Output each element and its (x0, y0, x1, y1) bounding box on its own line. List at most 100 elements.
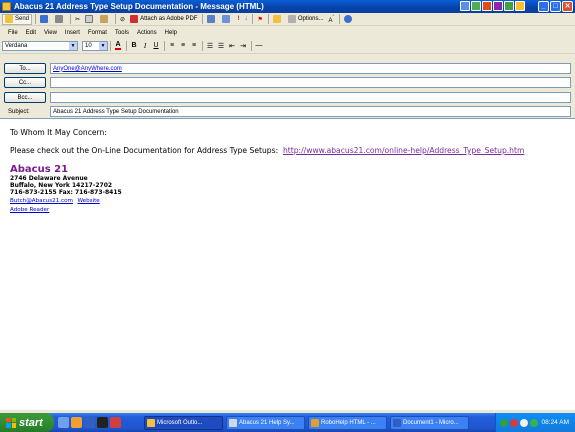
status-icon[interactable] (530, 418, 538, 427)
to-recipient[interactable]: AnyOne@AnyWhere.com (53, 66, 122, 72)
arrow-down-icon: ↓ (244, 16, 248, 22)
paste-icon (100, 15, 109, 23)
maximize-button[interactable]: □ (550, 1, 561, 12)
browser-icon[interactable] (84, 417, 95, 428)
app-icon[interactable] (110, 417, 121, 428)
clock: 08:24 AM (541, 419, 569, 426)
flag-button[interactable]: ⚑ (255, 14, 264, 25)
paste-button[interactable] (98, 14, 112, 25)
high-importance-button[interactable]: ! (235, 14, 241, 25)
system-tray: 08:24 AM (495, 413, 575, 432)
standard-toolbar: Send ✂ ⊘ Attach as Adobe PDF ! ↓ ⚑ Optio… (0, 13, 575, 26)
taskbar-item-help-system[interactable]: Abacus 21 Help Sy... (226, 415, 305, 430)
app-icon[interactable] (515, 1, 525, 11)
separator (164, 40, 165, 51)
cut-button[interactable]: ✂ (73, 14, 82, 25)
close-button[interactable]: ✕ (562, 1, 573, 12)
minimize-button[interactable]: _ (538, 1, 549, 12)
app-icon[interactable] (493, 1, 503, 11)
app-icon[interactable] (71, 417, 82, 428)
font-icon: Aˇ (328, 14, 335, 24)
message-body[interactable]: To Whom It May Concern: Please check out… (0, 118, 575, 410)
help-button[interactable] (342, 14, 356, 25)
check-names-button[interactable] (220, 14, 234, 25)
numbering-button[interactable]: ☰ (205, 41, 215, 51)
open-button[interactable] (271, 14, 285, 25)
separator (251, 40, 252, 51)
attach-file-button[interactable]: ⊘ (118, 14, 127, 25)
menu-edit[interactable]: Edit (22, 30, 40, 36)
print-button[interactable] (53, 14, 67, 25)
align-left-button[interactable]: ≡ (167, 41, 177, 51)
horizontal-line-button[interactable]: — (254, 41, 264, 51)
to-field[interactable]: AnyOne@AnyWhere.com (50, 63, 571, 74)
save-icon (40, 15, 49, 23)
taskbar-item-document[interactable]: Document1 - Micro... (390, 415, 469, 430)
align-right-icon: ≡ (191, 42, 197, 49)
formatting-toolbar: Verdana ▼ 10 ▼ A B I U ≡ ≡ ≡ ☰ ☰ ⇤ ⇥ — (0, 39, 575, 52)
menu-actions[interactable]: Actions (133, 30, 161, 36)
email-link[interactable]: Butch@Abacus21.com (10, 198, 73, 204)
message-header: To... AnyOne@AnyWhere.com Cc... Bcc... S… (0, 53, 575, 118)
increase-indent-button[interactable]: ⇥ (238, 41, 248, 51)
website-link[interactable]: Website (77, 198, 99, 204)
subject-field[interactable]: Abacus 21 Address Type Setup Documentati… (50, 106, 571, 117)
copy-button[interactable] (83, 14, 97, 25)
title-bar: Abacus 21 Address Type Setup Documentati… (0, 0, 575, 13)
start-button[interactable]: start (0, 413, 54, 432)
save-button[interactable] (38, 14, 52, 25)
to-button[interactable]: To... (4, 63, 46, 74)
bcc-button[interactable]: Bcc... (4, 92, 46, 103)
font-select[interactable]: Verdana ▼ (2, 40, 78, 51)
volume-icon[interactable] (520, 418, 528, 427)
menu-format[interactable]: Format (84, 30, 111, 36)
address-book-button[interactable] (205, 14, 219, 25)
decrease-indent-button[interactable]: ⇤ (227, 41, 237, 51)
taskbar-item-outlook[interactable]: Microsoft Outlo... (144, 415, 223, 430)
font-color-button[interactable]: A (113, 41, 123, 51)
font-color-icon: A (115, 41, 121, 50)
send-icon (5, 15, 13, 23)
separator (110, 40, 111, 51)
separator (70, 14, 72, 24)
underline-button[interactable]: U (151, 41, 161, 51)
italic-button[interactable]: I (140, 41, 150, 51)
signature-street: 2746 Delaware Avenue (10, 175, 88, 182)
bold-button[interactable]: B (129, 41, 139, 51)
chevron-down-icon: ▼ (99, 41, 107, 50)
options-button[interactable]: Options... (286, 14, 326, 25)
send-button[interactable]: Send (2, 13, 33, 25)
scissors-icon: ✂ (75, 16, 81, 23)
outdent-icon: ⇤ (229, 42, 235, 50)
app-icon[interactable] (471, 1, 481, 11)
app-icon[interactable] (97, 417, 108, 428)
cc-field[interactable] (50, 77, 571, 88)
app-icon[interactable] (460, 1, 470, 11)
menu-file[interactable]: File (4, 30, 22, 36)
copy-icon (85, 15, 94, 23)
font-size-select[interactable]: 10 ▼ (82, 40, 108, 51)
cc-button[interactable]: Cc... (4, 77, 46, 88)
align-right-button[interactable]: ≡ (189, 41, 199, 51)
documentation-link[interactable]: http://www.abacus21.com/online-help/Addr… (283, 146, 524, 155)
chevron-down-icon: ▼ (69, 41, 77, 50)
desktop-icon[interactable] (58, 417, 69, 428)
low-importance-button[interactable]: ↓ (242, 14, 249, 25)
network-icon[interactable] (500, 418, 508, 427)
adobe-reader-link[interactable]: Adobe Reader (10, 207, 49, 213)
menu-help[interactable]: Help (161, 30, 181, 36)
paperclip-icon: ⊘ (120, 16, 126, 23)
bcc-field[interactable] (50, 92, 571, 103)
app-icon[interactable] (504, 1, 514, 11)
font-size-button[interactable]: Aˇ (327, 14, 337, 25)
security-icon[interactable] (510, 418, 518, 427)
menu-view[interactable]: View (40, 30, 61, 36)
menu-insert[interactable]: Insert (61, 30, 84, 36)
attach-pdf-button[interactable]: Attach as Adobe PDF (128, 14, 199, 25)
app-icon[interactable] (482, 1, 492, 11)
bullets-button[interactable]: ☰ (216, 41, 226, 51)
align-center-button[interactable]: ≡ (178, 41, 188, 51)
menu-tools[interactable]: Tools (111, 30, 133, 36)
windows-logo-icon (6, 417, 16, 428)
taskbar-item-robohelp[interactable]: RoboHelp HTML - ... (308, 415, 387, 430)
